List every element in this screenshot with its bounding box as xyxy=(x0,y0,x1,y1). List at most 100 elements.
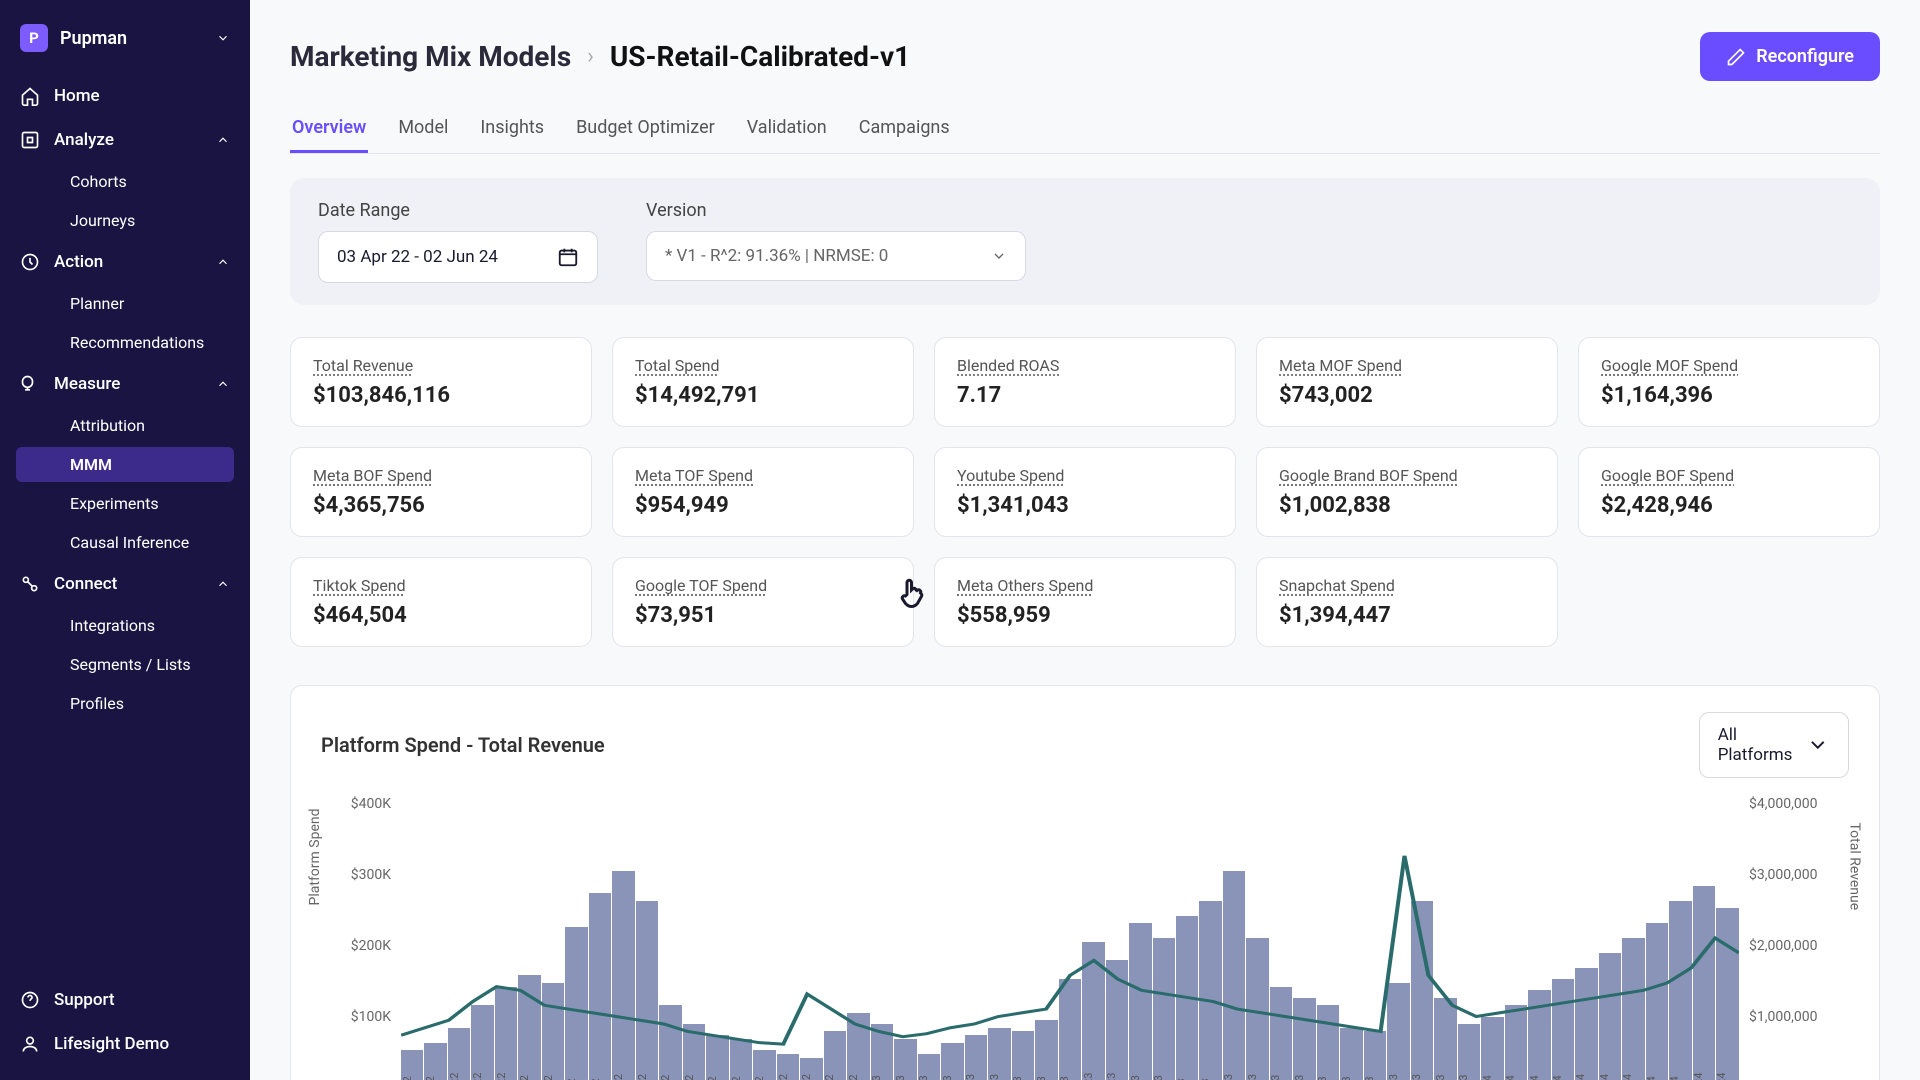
kpi-label: Youtube Spend xyxy=(957,466,1213,485)
nav-connect[interactable]: Connect xyxy=(0,562,250,606)
y-right-title: Total Revenue xyxy=(1847,822,1863,910)
nav-measure[interactable]: Measure xyxy=(0,362,250,406)
kpi-card[interactable]: Meta BOF Spend$4,365,756 xyxy=(290,447,592,537)
nav-sub-journeys[interactable]: Journeys xyxy=(16,203,234,238)
home-icon xyxy=(20,86,40,106)
kpi-grid: Total Revenue$103,846,116 Total Spend $14,… xyxy=(290,337,1880,647)
nav-support[interactable]: Support xyxy=(0,978,250,1022)
kpi-card[interactable]: Google BOF Spend$2,428,946 xyxy=(1578,447,1880,537)
y-tick: $400K xyxy=(351,796,391,812)
kpi-value: $954,949 xyxy=(635,493,891,518)
chevron-up-icon xyxy=(216,133,230,147)
filter-version-label: Version xyxy=(646,200,1026,221)
user-icon xyxy=(20,1034,40,1054)
kpi-card[interactable]: Total Spend $14,492,791 xyxy=(612,337,914,427)
chevron-up-icon xyxy=(216,255,230,269)
kpi-label: Total Spend xyxy=(635,356,891,375)
version-select[interactable]: * V1 - R^2: 91.36% | NRMSE: 0 xyxy=(646,231,1026,281)
kpi-card[interactable]: Meta MOF Spend$743,002 xyxy=(1256,337,1558,427)
kpi-label: Google Brand BOF Spend xyxy=(1279,466,1535,485)
y-tick: $200K xyxy=(351,938,391,954)
kpi-label: Tiktok Spend xyxy=(313,576,569,595)
org-name: Pupman xyxy=(60,28,204,49)
org-switcher[interactable]: P Pupman xyxy=(0,14,250,74)
filter-version-group: Version * V1 - R^2: 91.36% | NRMSE: 0 xyxy=(646,200,1026,283)
breadcrumb: Marketing Mix Models › US-Retail-Calibra… xyxy=(290,40,910,73)
tab-validation[interactable]: Validation xyxy=(745,105,829,153)
reconfigure-button[interactable]: Reconfigure xyxy=(1700,32,1880,81)
kpi-card[interactable]: Total Revenue$103,846,116 xyxy=(290,337,592,427)
y-tick: $300K xyxy=(351,867,391,883)
kpi-value: $558,959 xyxy=(957,603,1213,628)
nav-sub-planner[interactable]: Planner xyxy=(16,286,234,321)
tabs: Overview Model Insights Budget Optimizer Val… xyxy=(290,105,1880,154)
nav-user[interactable]: Lifesight Demo xyxy=(0,1022,250,1066)
nav-sub-recommendations[interactable]: Recommendations xyxy=(16,325,234,360)
nav-action-label: Action xyxy=(54,252,202,272)
nav-sub-mmm[interactable]: MMM xyxy=(16,447,234,482)
nav-sub-segments[interactable]: Segments / Lists xyxy=(16,647,234,682)
breadcrumb-sep: › xyxy=(587,44,594,69)
y-axis-right: Total Revenue $4,000,000$3,000,000$2,000… xyxy=(1739,796,1849,1080)
kpi-value: $1,341,043 xyxy=(957,493,1213,518)
filter-date-group: Date Range 03 Apr 22 - 02 Jun 24 xyxy=(318,200,598,283)
nav-action[interactable]: Action xyxy=(0,240,250,284)
kpi-card[interactable]: Tiktok Spend $464,504 xyxy=(290,557,592,647)
main-content: Marketing Mix Models › US-Retail-Calibra… xyxy=(250,0,1920,1080)
kpi-label: Total Revenue xyxy=(313,356,569,375)
kpi-label: Google BOF Spend xyxy=(1601,466,1857,485)
nav-analyze[interactable]: Analyze xyxy=(0,118,250,162)
nav-sub-attribution[interactable]: Attribution xyxy=(16,408,234,443)
chevron-up-icon xyxy=(216,577,230,591)
nav-home-label: Home xyxy=(54,86,230,106)
nav-sub-causal[interactable]: Causal Inference xyxy=(16,525,234,560)
measure-icon xyxy=(20,374,40,394)
kpi-card[interactable]: Meta Others Spend $558,959 xyxy=(934,557,1236,647)
kpi-label: Google TOF Spend xyxy=(635,576,891,595)
filter-date-label: Date Range xyxy=(318,200,598,221)
kpi-value: $464,504 xyxy=(313,603,569,628)
kpi-label: Google MOF Spend xyxy=(1601,356,1857,375)
page-header: Marketing Mix Models › US-Retail-Calibra… xyxy=(290,32,1880,81)
kpi-card[interactable]: Blended ROAS7.17 xyxy=(934,337,1236,427)
kpi-label: Meta Others Spend xyxy=(957,576,1213,595)
kpi-card[interactable]: Snapchat Spend$1,394,447 xyxy=(1256,557,1558,647)
tab-overview[interactable]: Overview xyxy=(290,105,368,153)
nav-sub-experiments[interactable]: Experiments xyxy=(16,486,234,521)
kpi-value: $73,951 xyxy=(635,603,891,628)
kpi-value: $1,394,447 xyxy=(1279,603,1535,628)
chevron-down-icon xyxy=(216,31,230,45)
tab-model[interactable]: Model xyxy=(396,105,450,153)
y-axis-left: Platform Spend $400K$300K$200K$100K$0 xyxy=(321,796,401,1080)
connect-icon xyxy=(20,574,40,594)
tab-campaigns[interactable]: Campaigns xyxy=(857,105,952,153)
platform-select[interactable]: All Platforms xyxy=(1699,712,1849,778)
nav-home[interactable]: Home xyxy=(0,74,250,118)
kpi-value: $1,002,838 xyxy=(1279,493,1535,518)
tab-budget-optimizer[interactable]: Budget Optimizer xyxy=(574,105,717,153)
chart-card: Platform Spend - Total Revenue All Platf… xyxy=(290,685,1880,1080)
kpi-card[interactable]: Google MOF Spend$1,164,396 xyxy=(1578,337,1880,427)
date-range-input[interactable]: 03 Apr 22 - 02 Jun 24 xyxy=(318,231,598,283)
chevron-down-icon xyxy=(1806,733,1830,757)
kpi-card[interactable]: Meta TOF Spend$954,949 xyxy=(612,447,914,537)
kpi-card[interactable]: Youtube Spend $1,341,043 xyxy=(934,447,1236,537)
y-left-title: Platform Spend xyxy=(307,808,323,905)
reconfigure-label: Reconfigure xyxy=(1756,46,1854,67)
nav-sub-profiles[interactable]: Profiles xyxy=(16,686,234,721)
nav-sub-integrations[interactable]: Integrations xyxy=(16,608,234,643)
version-value: * V1 - R^2: 91.36% | NRMSE: 0 xyxy=(665,246,888,266)
org-logo: P xyxy=(20,24,48,52)
sidebar: P Pupman Home Analyze Cohorts Journeys A… xyxy=(0,0,250,1080)
kpi-value: $14,492,791 xyxy=(635,383,891,408)
plot-area[interactable] xyxy=(401,796,1739,1080)
kpi-label: Meta MOF Spend xyxy=(1279,356,1535,375)
chevron-up-icon xyxy=(216,377,230,391)
breadcrumb-root[interactable]: Marketing Mix Models xyxy=(290,40,571,73)
chart-body: Platform Spend $400K$300K$200K$100K$0 To… xyxy=(321,796,1849,1080)
kpi-card[interactable]: Google TOF Spend $73,951 xyxy=(612,557,914,647)
nav-sub-cohorts[interactable]: Cohorts xyxy=(16,164,234,199)
kpi-card[interactable]: Google Brand BOF Spend $1,002,838 xyxy=(1256,447,1558,537)
tab-insights[interactable]: Insights xyxy=(478,105,546,153)
calendar-icon xyxy=(557,246,579,268)
